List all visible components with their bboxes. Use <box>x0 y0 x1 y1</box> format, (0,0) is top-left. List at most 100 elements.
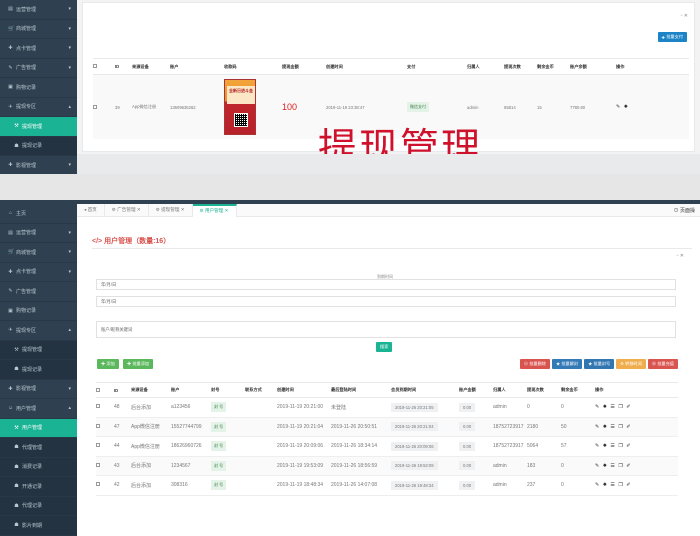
sidebar-item-5[interactable]: ▣ 购物记录 <box>0 302 77 321</box>
account-money[interactable]: 0.00 <box>459 441 476 451</box>
settings-icon[interactable]: ✹ <box>603 424 607 430</box>
search-button[interactable]: 搜索 <box>376 342 393 352</box>
account-money[interactable]: 0.00 <box>459 402 476 412</box>
sidebar-item-12[interactable]: ☗ 代理管理 <box>0 438 77 458</box>
sidebar-item-13[interactable]: ☗ 消费记录 <box>0 457 77 477</box>
sidebar-item-3[interactable]: ✎ 广告管理 ▾ <box>0 59 77 78</box>
expire-date[interactable]: 2019-11-26 20:09:06 <box>391 441 438 451</box>
edit-alt-icon[interactable]: ✐ <box>626 404 630 410</box>
sidebar-item-7[interactable]: ☗ 提现记录 <box>0 136 77 156</box>
list-icon[interactable]: ☰ <box>610 404 614 410</box>
date-from-input[interactable]: 年/月/日 <box>96 279 676 290</box>
tab-1[interactable]: ⚙ 广告管理 ✕ <box>105 203 149 217</box>
row-checkbox[interactable] <box>96 423 100 428</box>
edit-icon[interactable]: ✎ <box>595 463 599 469</box>
sidebar-item-16[interactable]: ☗ 影片到期 <box>0 516 77 536</box>
list-icon[interactable]: ☰ <box>610 463 614 469</box>
settings-icon[interactable]: ✹ <box>624 104 628 110</box>
list-icon[interactable]: ☰ <box>610 443 614 449</box>
sidebar-item-8[interactable]: ☗ 提现记录 <box>0 360 77 380</box>
window-controls[interactable]: ▫ ✕ <box>681 13 688 19</box>
settings-icon[interactable]: ✹ <box>603 463 607 469</box>
tab-2[interactable]: ⚙ 提现管理 ✕ <box>149 203 193 217</box>
batch-action-button-4[interactable]: ⊕ 批量充值 <box>647 359 678 369</box>
expire-date[interactable]: 2019-11-26 20:21:04 <box>391 422 438 432</box>
sidebar-item-3[interactable]: ✚ 点卡管理 ▾ <box>0 263 77 282</box>
sidebar-item-6[interactable]: ⚒ 提现管理 <box>0 117 77 137</box>
sidebar-item-8[interactable]: ✚ 影视管理 ▾ <box>0 156 77 176</box>
sidebar-item-2[interactable]: ✚ 点卡管理 ▾ <box>0 39 77 59</box>
select-all-checkbox[interactable] <box>93 64 115 69</box>
expire-date[interactable]: 2019-11-26 19:53:09 <box>391 461 438 471</box>
account-money[interactable]: 0.00 <box>459 461 476 471</box>
ban-button[interactable]: 封 号 <box>211 421 227 432</box>
edit-alt-icon[interactable]: ✐ <box>626 443 630 449</box>
ban-button[interactable]: 封 号 <box>211 441 227 452</box>
row-checkbox[interactable] <box>93 104 97 109</box>
account-money[interactable]: 0.00 <box>459 422 476 432</box>
search-input[interactable]: 账户/昵称关键词 <box>96 321 676 338</box>
select-all-checkbox[interactable] <box>96 387 114 393</box>
ops-cell: ✎ ✹ <box>616 104 656 110</box>
edit-icon[interactable]: ✎ <box>595 424 599 430</box>
batch-add-button[interactable]: ✚ 批量添加 <box>123 359 154 369</box>
edit-icon[interactable]: ✎ <box>595 482 599 488</box>
window-controls[interactable]: ▫ ✕ <box>677 253 684 259</box>
expire-date[interactable]: 2019-11-26 19:48:34 <box>391 480 438 490</box>
sidebar-item-6[interactable]: ✈ 提现专区 ▴ <box>0 321 77 341</box>
edit-alt-icon[interactable]: ✐ <box>626 463 630 469</box>
batch-action-button-3[interactable]: ⚙ 转移时间 <box>616 359 646 369</box>
expire-date[interactable]: 2019-11-26 20:21:05 <box>391 402 438 412</box>
pay-button[interactable]: 微信支付 <box>407 102 429 112</box>
batch-action-button-0[interactable]: ⊖ 批量删除 <box>519 359 550 369</box>
copy-icon[interactable]: ❐ <box>618 482 622 488</box>
tab-0[interactable]: ◂ 首页 <box>77 203 105 217</box>
edit-icon[interactable]: ✎ <box>595 443 599 449</box>
batch-pay-button[interactable]: ✚ 批量支付 <box>657 32 687 42</box>
sidebar-item-11[interactable]: ⚒ 用户管理 <box>0 418 77 438</box>
sidebar-item-0[interactable]: ⌂ 主页 <box>0 204 77 224</box>
sidebar-item-0[interactable]: ▤ 运营管理 ▾ <box>0 0 77 20</box>
list-icon[interactable]: ☰ <box>610 482 614 488</box>
edit-icon[interactable]: ✎ <box>616 104 620 110</box>
copy-icon[interactable]: ❐ <box>618 404 622 410</box>
row-checkbox[interactable] <box>96 482 100 487</box>
column-header: 联系方式 <box>245 387 262 392</box>
sidebar-item-4[interactable]: ▣ 购物记录 <box>0 78 77 98</box>
edit-alt-icon[interactable]: ✐ <box>626 482 630 488</box>
sidebar-item-2[interactable]: 🛒 商城管理 ▾ <box>0 243 77 263</box>
sidebar-item-7[interactable]: ⚒ 提现管理 <box>0 340 77 360</box>
copy-icon[interactable]: ❐ <box>618 424 622 430</box>
settings-icon[interactable]: ✹ <box>603 482 607 488</box>
batch-action-button-2[interactable]: ★ 批量封号 <box>584 359 615 369</box>
edit-alt-icon[interactable]: ✐ <box>626 424 630 430</box>
tab-3[interactable]: ⚙ 用户管理 ✕ <box>192 203 237 217</box>
sidebar-item-1[interactable]: ▤ 运营管理 ▾ <box>0 224 77 243</box>
batch-action-button-1[interactable]: ★ 批量解封 <box>552 359 583 369</box>
copy-icon[interactable]: ❐ <box>618 463 622 469</box>
settings-icon[interactable]: ✹ <box>603 443 607 449</box>
account-money[interactable]: 0.00 <box>459 480 476 490</box>
sidebar-item-1[interactable]: 🛒 商城管理 ▾ <box>0 20 77 39</box>
ban-button[interactable]: 封 号 <box>211 480 227 491</box>
ban-button[interactable]: 封 号 <box>211 460 227 471</box>
sidebar-item-9[interactable]: ✚ 影视管理 ▾ <box>0 380 77 399</box>
ban-button[interactable]: 封 号 <box>211 402 227 413</box>
date-to-input[interactable]: 年/月/日 <box>96 296 676 307</box>
add-button[interactable]: ✚ 添加 <box>97 359 119 369</box>
copy-icon[interactable]: ❐ <box>618 443 622 449</box>
sidebar-item-4[interactable]: ✎ 广告管理 <box>0 282 77 302</box>
row-checkbox[interactable] <box>96 443 100 448</box>
sidebar-item-5[interactable]: ✈ 提现专区 ▴ <box>0 98 77 117</box>
row-checkbox[interactable] <box>96 404 100 409</box>
device-cell: 后台添加 <box>131 482 152 489</box>
row-checkbox[interactable] <box>96 462 100 467</box>
sidebar-item-15[interactable]: ☗ 代理记录 <box>0 496 77 516</box>
page-view-button[interactable]: ⊙ 页面操 <box>674 207 695 214</box>
sidebar-item-14[interactable]: ☗ 开通记录 <box>0 477 77 497</box>
list-icon[interactable]: ☰ <box>610 424 614 430</box>
sidebar-item-label: 代理记录 <box>22 503 43 510</box>
sidebar-item-10[interactable]: ☺ 用户管理 ▴ <box>0 399 77 419</box>
edit-icon[interactable]: ✎ <box>595 404 599 410</box>
settings-icon[interactable]: ✹ <box>603 404 607 410</box>
